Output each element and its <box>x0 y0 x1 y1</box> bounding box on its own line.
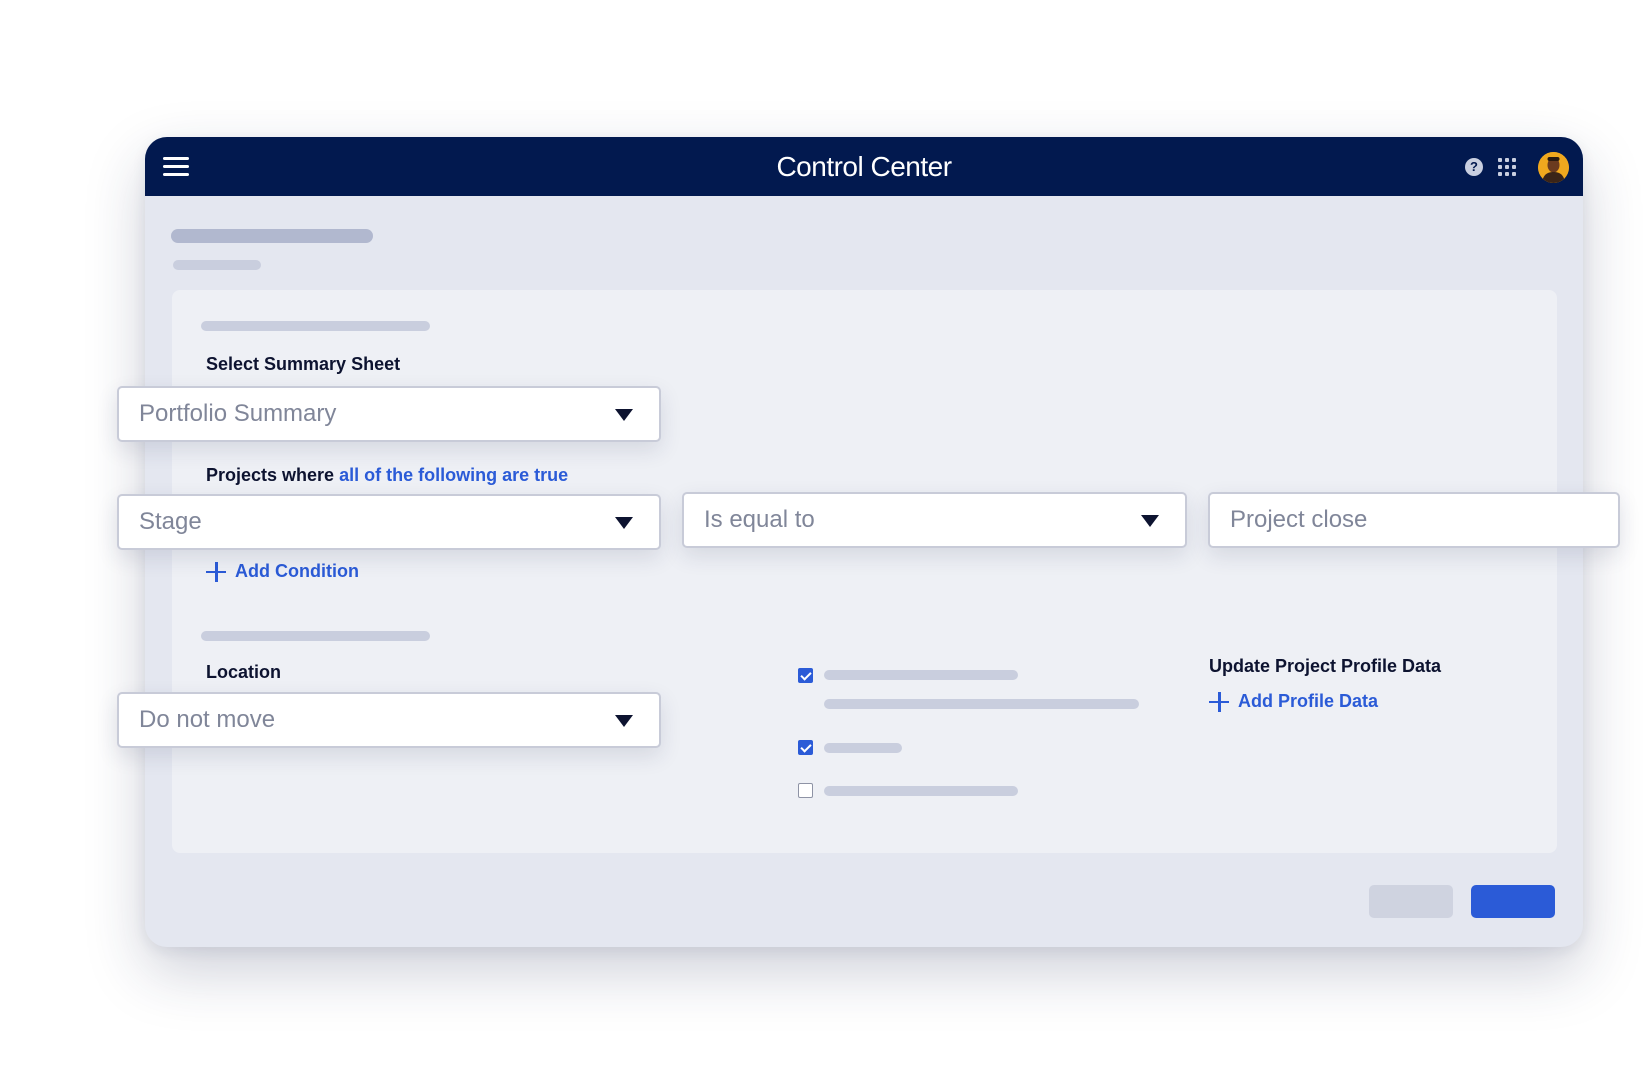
condition-operator-value: Is equal to <box>704 506 815 533</box>
chevron-down-icon <box>615 409 633 421</box>
user-avatar[interactable] <box>1538 152 1569 183</box>
chevron-down-icon <box>1141 515 1159 527</box>
match-mode-link[interactable]: all of the following are true <box>339 465 568 485</box>
condition-field-select[interactable]: Stage <box>117 494 661 550</box>
summary-sheet-value: Portfolio Summary <box>139 400 337 427</box>
conditions-label: Projects where all of the following are … <box>206 465 568 486</box>
profile-data-label: Update Project Profile Data <box>1209 656 1442 676</box>
section-heading-placeholder <box>201 321 430 331</box>
option-checkbox-2[interactable] <box>798 740 813 755</box>
condition-field-value: Stage <box>139 508 202 535</box>
cancel-button[interactable] <box>1369 885 1453 918</box>
app-title: Control Center <box>776 151 952 182</box>
option-checkbox-3[interactable] <box>798 783 813 798</box>
add-condition-label: Add Condition <box>235 561 359 581</box>
option-label-placeholder <box>824 786 1018 796</box>
page-heading-placeholder <box>171 229 373 243</box>
plus-icon <box>206 561 226 582</box>
plus-icon <box>1209 691 1229 712</box>
condition-operator-select[interactable]: Is equal to <box>682 492 1187 548</box>
help-icon[interactable]: ? <box>1465 158 1483 176</box>
location-select[interactable]: Do not move <box>117 692 661 748</box>
option-checkbox-1[interactable] <box>798 668 813 683</box>
section-heading-placeholder <box>201 631 430 641</box>
summary-sheet-label: Select Summary Sheet <box>206 354 401 374</box>
title-bar: Control Center ? <box>145 137 1583 196</box>
chevron-down-icon <box>615 517 633 529</box>
chevron-down-icon <box>615 715 633 727</box>
option-label-placeholder <box>824 743 902 753</box>
apps-grid-icon[interactable] <box>1498 158 1516 176</box>
add-profile-data-button[interactable]: Add Profile Data <box>1209 691 1378 712</box>
summary-sheet-select[interactable]: Portfolio Summary <box>117 386 661 442</box>
form-panel: Select Summary Sheet Projects where all … <box>172 290 1557 853</box>
save-button[interactable] <box>1471 885 1555 918</box>
location-value: Do not move <box>139 706 276 733</box>
conditions-label-prefix: Projects where <box>206 465 335 485</box>
location-label: Location <box>206 662 281 682</box>
condition-value-text: Project close <box>1230 506 1368 533</box>
add-profile-data-label: Add Profile Data <box>1238 691 1379 711</box>
condition-value-input[interactable]: Project close <box>1208 492 1620 548</box>
option-label-placeholder <box>824 670 1018 680</box>
option-description-placeholder <box>824 699 1139 709</box>
page-subheading-placeholder <box>173 260 261 270</box>
add-condition-button[interactable]: Add Condition <box>206 561 359 582</box>
